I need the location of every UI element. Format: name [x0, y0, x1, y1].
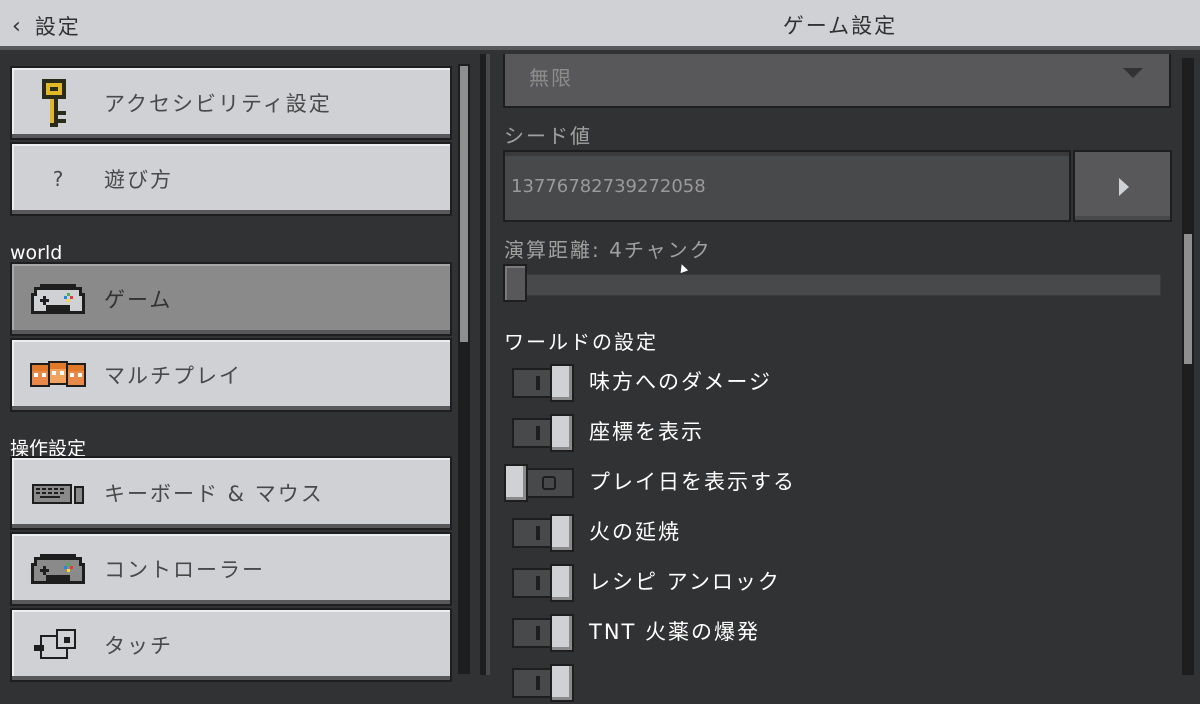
- toggle-label: TNT 火薬の爆発: [589, 620, 761, 644]
- recipes-unlock-row: レシピ アンロック: [503, 560, 1143, 604]
- top-bar: ‹ 設定 ゲーム設定: [0, 0, 1200, 50]
- toggle-knob: [550, 614, 574, 652]
- simulation-distance-slider[interactable]: [503, 274, 1161, 296]
- friendly-fire-toggle[interactable]: [512, 364, 576, 402]
- toggle-label: レシピ アンロック: [589, 570, 781, 594]
- toggle-knob: [550, 414, 574, 452]
- toggle-on-mark: [536, 626, 540, 640]
- sidebar-item-controller[interactable]: コントローラー: [10, 532, 452, 606]
- chevron-down-icon: [1123, 68, 1143, 78]
- players-icon: [30, 352, 86, 398]
- toggle-knob: [550, 664, 574, 702]
- page-title: ゲーム設定: [782, 14, 898, 38]
- toggle-on-mark: [536, 526, 540, 540]
- settings-scrollbar[interactable]: [1182, 58, 1194, 675]
- partial-toggle[interactable]: [512, 664, 576, 702]
- toggle-knob: [550, 364, 574, 402]
- toggle-on-mark: [536, 576, 540, 590]
- back-button[interactable]: ‹ 設定: [12, 8, 81, 44]
- sidebar-scrollbar-thumb[interactable]: [460, 66, 468, 342]
- sidebar-item-label: 遊び方: [104, 168, 173, 192]
- show-coordinates-row: 座標を表示: [503, 410, 1143, 454]
- game-settings-panel: 無限 シード値 13776782739272058 演算距離: 4チャンク ワー…: [490, 54, 1200, 702]
- seed-label: シード値: [504, 124, 592, 148]
- toggle-label: プレイ日を表示する: [589, 470, 796, 494]
- sidebar-item-game[interactable]: ゲーム: [10, 262, 452, 336]
- toggle-label: 火の延焼: [589, 520, 681, 544]
- toggle-label: 座標を表示: [589, 420, 704, 444]
- seed-value: 13776782739272058: [511, 176, 706, 197]
- controller-icon: [30, 546, 86, 592]
- toggle-knob: [550, 564, 574, 602]
- next-toggle-row-partial: [503, 660, 1143, 704]
- sidebar-item-accessibility[interactable]: アクセシビリティ設定: [10, 66, 452, 140]
- toggle-label: 味方へのダメージ: [589, 370, 772, 394]
- toggle-on-mark: [536, 376, 540, 390]
- sidebar-item-keyboard-mouse[interactable]: キーボード & マウス: [10, 456, 452, 530]
- toggle-knob: [504, 464, 528, 502]
- show-days-played-row: プレイ日を表示する: [503, 460, 1143, 504]
- simulation-distance-slider-thumb[interactable]: [503, 264, 527, 302]
- seed-picker-button[interactable]: [1073, 150, 1172, 222]
- fire-spreads-toggle[interactable]: [512, 514, 576, 552]
- toggle-knob: [550, 514, 574, 552]
- fire-spreads-row: 火の延焼: [503, 510, 1143, 554]
- settings-scrollbar-thumb[interactable]: [1184, 234, 1192, 364]
- sidebar-item-multiplayer[interactable]: マルチプレイ: [10, 338, 452, 412]
- dropdown-value: 無限: [529, 66, 573, 90]
- world-settings-title: ワールドの設定: [504, 330, 658, 354]
- sidebar-item-label: アクセシビリティ設定: [104, 92, 332, 116]
- sidebar-item-label: ゲーム: [104, 288, 173, 312]
- section-label-world: world: [10, 242, 63, 264]
- seed-field[interactable]: 13776782739272058: [503, 150, 1071, 222]
- back-label: 設定: [34, 15, 81, 39]
- show-coordinates-toggle[interactable]: [512, 414, 576, 452]
- simulation-distance-label: 演算距離: 4チャンク: [504, 238, 712, 262]
- settings-sidebar: アクセシビリティ設定 ? 遊び方 world ゲーム マルチプレイ 操作設定 キ…: [0, 54, 480, 682]
- keyboard-icon: [30, 470, 86, 516]
- touch-icon: [30, 622, 86, 668]
- sidebar-item-touch[interactable]: タッチ: [10, 608, 452, 682]
- toggle-on-mark: [536, 676, 540, 690]
- toggle-off-mark: [542, 476, 556, 490]
- show-days-played-toggle[interactable]: [504, 464, 576, 502]
- toggle-on-mark: [536, 426, 540, 440]
- gamepad-icon: [30, 276, 86, 322]
- key-icon: [30, 79, 86, 127]
- tnt-explodes-row: TNT 火薬の爆発: [503, 610, 1143, 654]
- tnt-explodes-toggle[interactable]: [512, 614, 576, 652]
- play-arrow-icon: [1119, 178, 1129, 196]
- sidebar-item-label: コントローラー: [104, 558, 265, 582]
- friendly-fire-row: 味方へのダメージ: [503, 360, 1143, 404]
- sidebar-item-label: キーボード & マウス: [104, 482, 324, 506]
- sidebar-item-how-to-play[interactable]: ? 遊び方: [10, 142, 452, 216]
- question-icon: ?: [52, 167, 64, 191]
- chevron-left-icon: ‹: [12, 13, 23, 39]
- sidebar-item-label: タッチ: [104, 634, 173, 658]
- world-type-dropdown[interactable]: 無限: [503, 54, 1171, 108]
- sidebar-item-label: マルチプレイ: [104, 364, 242, 388]
- recipes-unlock-toggle[interactable]: [512, 564, 576, 602]
